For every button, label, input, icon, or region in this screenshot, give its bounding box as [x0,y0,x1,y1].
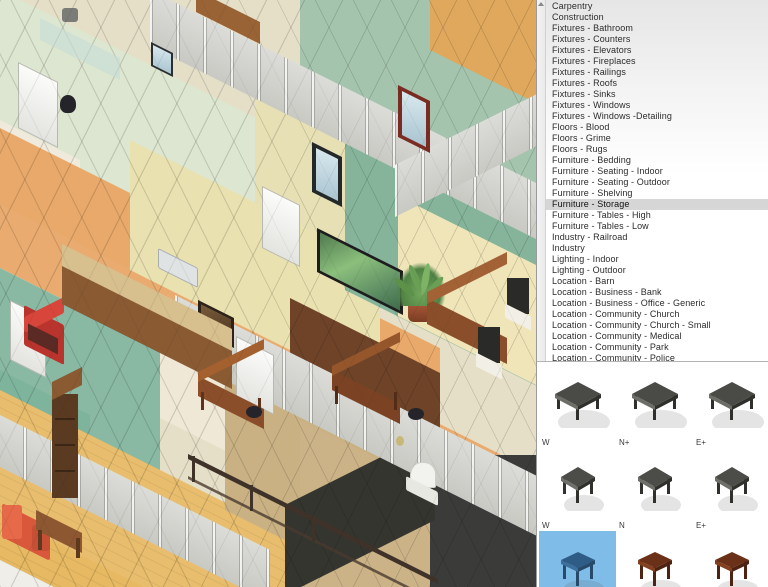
category-item[interactable]: Location - Community - Church [546,309,768,320]
category-item[interactable]: Furniture - Shelving [546,188,768,199]
tile-variant-cell[interactable]: E+ [693,365,768,448]
bookshelf[interactable] [52,366,86,500]
tile-variant-cell[interactable]: W [539,531,616,587]
wooden-table-top[interactable] [196,0,266,45]
table-icon [631,382,687,428]
category-panel: Carpentry Construction Fixtures - Bathroom… [537,0,768,362]
category-scrollbar[interactable] [537,0,546,361]
category-item[interactable]: Lighting - Outdoor [546,265,768,276]
category-item[interactable]: Fixtures - Roofs [546,78,768,89]
ceiling-lamp-e[interactable] [396,436,404,446]
category-item[interactable]: Fixtures - Elevators [546,45,768,56]
table-icon [637,552,681,587]
category-item[interactable]: Location - Community - Church - Small [546,320,768,331]
category-item[interactable]: Floors - Blood [546,122,768,133]
category-item[interactable]: Location - Barn [546,276,768,287]
category-item[interactable]: Furniture - Seating - Outdoor [546,177,768,188]
tile-orientation-label: N+ [619,438,630,447]
category-item[interactable]: Location - Community - Park [546,342,768,353]
tile-orientation-label: N [619,521,625,530]
black-chair-b[interactable] [476,327,502,385]
ceiling-lamp-d[interactable] [408,408,424,420]
railing[interactable] [188,430,458,587]
tile-orientation-label: W [542,438,550,447]
category-item[interactable]: Furniture - Tables - High [546,210,768,221]
table-icon [708,382,764,428]
wooden-table-bottom[interactable] [188,382,198,392]
category-item[interactable]: Fixtures - Windows -Detailing [546,111,768,122]
kitchen-counter[interactable] [62,244,232,390]
category-item[interactable]: Fixtures - Railings [546,67,768,78]
category-item[interactable]: Fixtures - Windows [546,100,768,111]
tile-category-list[interactable]: Carpentry Construction Fixtures - Bathroom… [546,0,768,361]
category-item[interactable]: Construction [546,12,768,23]
tile-orientation-label: W [542,521,550,530]
table-icon [714,552,758,587]
category-item[interactable]: Fixtures - Sinks [546,89,768,100]
category-item[interactable]: Fixtures - Fireplaces [546,56,768,67]
table-low-dark-north-icon [616,367,693,429]
table-low-dark-east-icon [693,367,768,429]
table-square-dark-west-icon [539,450,616,512]
table-square-dark-east-icon [693,450,768,512]
tile-variant-cell[interactable]: W [539,448,616,531]
category-item[interactable]: Furniture - Storage [546,199,768,210]
table-wood-brown-north-icon [616,533,693,587]
ceiling-lamp-b[interactable] [60,95,76,113]
chevron-up-icon[interactable] [538,2,544,6]
ceiling-lamp-c[interactable] [246,406,262,418]
category-item[interactable]: Location - Business - Office - Generic [546,298,768,309]
ceiling-lamp-a[interactable] [62,8,78,22]
table-wood-brown-east-icon [693,533,768,587]
tile-variant-cell[interactable]: N [616,531,693,587]
category-item[interactable]: Location - Community - Medical [546,331,768,342]
table-wood-blue-west-icon [539,533,616,587]
tile-variant-cell[interactable]: N+ [616,365,693,448]
wooden-stool[interactable] [36,508,90,558]
tile-variant-cell[interactable]: E+ [693,531,768,587]
table-square-dark-north-icon [616,450,693,512]
build-mode-panel: Carpentry Construction Fixtures - Bathroom… [536,0,768,587]
category-item[interactable]: Furniture - Tables - Low [546,221,768,232]
tile-variant-cell[interactable]: W [539,365,616,448]
category-item[interactable]: Furniture - Bedding [546,155,768,166]
red-stove[interactable] [22,296,66,366]
tile-variant-cell[interactable]: E+ [693,448,768,531]
upper-counter[interactable] [40,18,120,81]
application-window: Carpentry Construction Fixtures - Bathroom… [0,0,768,587]
category-item[interactable]: Furniture - Seating - Indoor [546,166,768,177]
table-icon [560,552,604,587]
table-icon [560,467,604,511]
category-item[interactable]: Location - Community - Police [546,353,768,361]
tile-variant-grid[interactable]: W N+ E+ W N E+ [539,365,768,587]
tile-orientation-label: E+ [696,521,707,530]
table-icon [637,467,681,511]
sink[interactable] [158,247,198,289]
category-item[interactable]: Industry - Railroad [546,232,768,243]
tile-variant-cell[interactable]: N [616,448,693,531]
category-item[interactable]: Floors - Rugs [546,144,768,155]
category-item[interactable]: Carpentry [546,1,768,12]
category-item[interactable]: Industry [546,243,768,254]
table-low-dark-west-icon [539,367,616,429]
category-item[interactable]: Location - Business - Bank [546,287,768,298]
tile-grid-panel: W N+ E+ W N E+ [537,362,768,587]
table-icon [554,382,610,428]
tile-orientation-label: E+ [696,438,707,447]
wooden-table-lower[interactable] [332,331,408,425]
black-chair-a[interactable] [505,278,531,336]
category-item[interactable]: Floors - Grime [546,133,768,144]
category-item[interactable]: Lighting - Indoor [546,254,768,265]
category-item[interactable]: Fixtures - Bathroom [546,23,768,34]
isometric-game-view[interactable] [0,0,536,587]
table-icon [714,467,758,511]
category-item[interactable]: Fixtures - Counters [546,34,768,45]
